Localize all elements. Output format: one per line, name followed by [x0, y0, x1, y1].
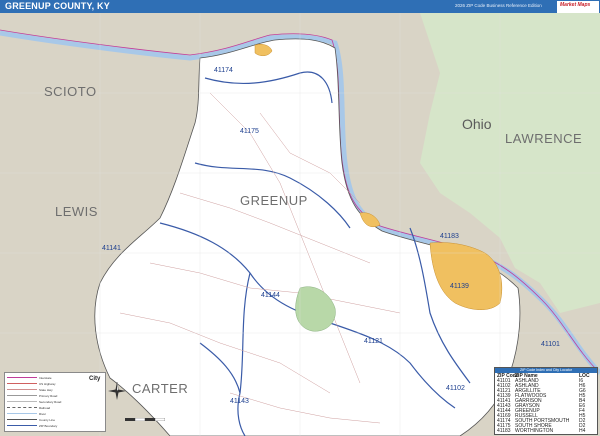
map-canvas: GREENUP COUNTY, KY 2026 ZIP Code Busines…	[0, 0, 600, 436]
zip-name-cell: WORTHINGTON	[515, 428, 554, 434]
legend-label-river: River	[39, 412, 47, 416]
county-label-carter: CARTER	[132, 381, 189, 396]
legend-label-primary-road: Primary Road	[39, 394, 58, 398]
county-label-scioto: SCIOTO	[44, 84, 97, 99]
legend-swatch-railroad	[7, 407, 37, 412]
legend-city-label: City	[89, 376, 101, 382]
table-row: 41183 WORTHINGTON H4	[497, 429, 591, 434]
legend-label-secondary-road: Secondary Road	[39, 400, 62, 404]
zip-label-41144: 41144	[261, 292, 280, 299]
compass-rose-icon	[108, 382, 126, 400]
legend-label-interstate: Interstate	[39, 376, 52, 380]
scale-bar	[125, 418, 165, 421]
zip-label-41174: 41174	[214, 67, 233, 74]
legend-label-state-hwy: State Hwy	[39, 388, 53, 392]
legend-label-us-highway: US Highway	[39, 382, 56, 386]
legend-swatch-secondary-road	[7, 401, 37, 406]
legend-label-county-line: County Line	[39, 418, 56, 422]
legend-swatch-river	[7, 413, 37, 418]
zip-code-index-table: ZIP Code Index and City Locator ZIP Code…	[494, 367, 598, 435]
zip-label-41175: 41175	[240, 128, 259, 135]
zip-cell: 41183	[497, 428, 511, 434]
map-legend: City Interstate US Highway State Hwy Pri…	[4, 372, 106, 432]
edition-label: 2026 ZIP Code Business Reference Edition	[455, 3, 542, 8]
county-label-greenup: GREENUP	[240, 193, 308, 208]
legend-swatch-county-line	[7, 419, 37, 424]
zip-loc-cell: H4	[579, 428, 586, 434]
zip-label-41141: 41141	[102, 245, 121, 252]
county-label-lewis: LEWIS	[55, 204, 98, 219]
map-title: GREENUP COUNTY, KY	[5, 1, 110, 11]
county-label-lawrence: LAWRENCE	[505, 131, 583, 146]
zip-label-41143: 41143	[230, 398, 249, 405]
legend-swatch-us-highway	[7, 383, 37, 388]
zip-label-41121: 41121	[364, 338, 383, 345]
state-label-ohio: Ohio	[462, 116, 492, 132]
legend-swatch-primary-road	[7, 395, 37, 400]
zip-label-41101: 41101	[541, 341, 560, 348]
legend-label-railroad: Railroad	[39, 406, 51, 410]
legend-swatch-zip-boundary	[7, 425, 37, 430]
title-bar: GREENUP COUNTY, KY 2026 ZIP Code Busines…	[0, 0, 600, 15]
legend-swatch-state-hwy	[7, 389, 37, 394]
legend-swatch-interstate	[7, 377, 37, 382]
zip-label-41102: 41102	[446, 385, 465, 392]
zip-label-41139: 41139	[450, 283, 469, 290]
zip-label-41183: 41183	[440, 233, 459, 240]
legend-label-zip-boundary: ZIP Boundary	[39, 424, 58, 428]
brand-name: Market Maps	[560, 2, 591, 8]
